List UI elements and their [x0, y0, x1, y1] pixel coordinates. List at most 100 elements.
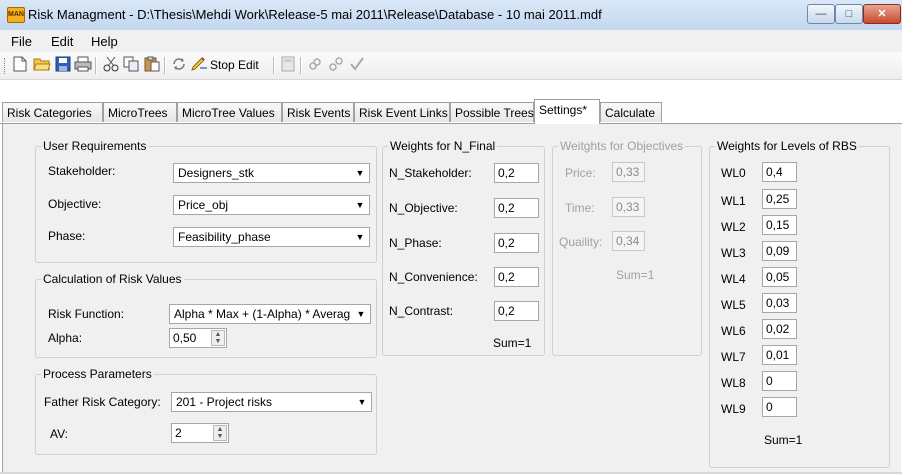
tab-risk-event-links[interactable]: Risk Event Links: [354, 102, 450, 122]
rbs-sum: Sum=1: [764, 433, 803, 447]
n-phase-input[interactable]: 0,2: [494, 233, 539, 253]
stop-edit-icon[interactable]: [190, 56, 208, 74]
objective-label: Objective:: [48, 197, 102, 211]
wl9-input[interactable]: 0: [762, 397, 797, 417]
wl1-input[interactable]: 0,25: [762, 189, 797, 209]
wl2-input[interactable]: 0,15: [762, 215, 797, 235]
phase-label: Phase:: [48, 229, 86, 243]
objective-value: Price_obj: [178, 198, 229, 212]
chevron-down-icon: ▼: [357, 397, 367, 407]
title-bar[interactable]: MAN Risk Managment - D:\Thesis\Mehdi Wor…: [0, 0, 902, 31]
calculator-icon[interactable]: [279, 56, 297, 74]
tab-microtrees[interactable]: MicroTrees: [103, 102, 177, 122]
price-weight-input[interactable]: 0,33: [612, 162, 645, 182]
wl4-input[interactable]: 0,05: [762, 267, 797, 287]
alpha-value: 0,50: [173, 331, 197, 345]
spinner-arrows-icon[interactable]: ▲ ▼: [213, 425, 227, 441]
time-weight-input[interactable]: 0,33: [612, 197, 645, 217]
tab-risk-categories[interactable]: Risk Categories: [2, 102, 103, 122]
alpha-label: Alpha:: [48, 331, 83, 345]
toolbar-separator: [95, 57, 97, 74]
stakeholder-label: Stakeholder:: [48, 164, 116, 178]
stop-edit-button[interactable]: Stop Edit: [210, 58, 259, 72]
n-objective-input[interactable]: 0,2: [494, 198, 539, 218]
phase-value: Feasibility_phase: [178, 230, 271, 244]
toolbar-grip[interactable]: [4, 58, 7, 74]
minimize-icon: —: [815, 8, 827, 20]
father-risk-category-dropdown[interactable]: 201 - Project risks ▼: [171, 392, 372, 412]
av-label: AV:: [50, 427, 69, 441]
paste-icon[interactable]: [143, 56, 161, 74]
close-button[interactable]: ✕: [863, 4, 901, 24]
wl8-label: WL8: [721, 376, 746, 390]
tab-calculate[interactable]: Calculate: [600, 102, 662, 122]
n-final-weights-title: Weights for N_Final: [388, 139, 498, 153]
process-parameters-group: Process Parameters Father Risk Category:…: [35, 367, 377, 455]
refresh-icon[interactable]: [170, 56, 188, 74]
open-folder-icon[interactable]: [33, 56, 51, 74]
n-objective-label: N_Objective:: [389, 201, 458, 215]
menu-edit[interactable]: Edit: [51, 34, 73, 49]
objectives-sum: Sum=1: [616, 268, 655, 282]
risk-function-dropdown[interactable]: Alpha * Max + (1-Alpha) * Averag ▼: [169, 304, 371, 324]
wl0-label: WL0: [721, 166, 746, 180]
n-stakeholder-label: N_Stakeholder:: [389, 166, 472, 180]
tab-settings[interactable]: Settings*: [534, 99, 600, 124]
save-icon[interactable]: [54, 56, 72, 74]
quality-label: Quaility:: [559, 235, 603, 249]
menu-help[interactable]: Help: [91, 34, 118, 49]
toolbar-separator: [164, 57, 166, 74]
father-risk-category-label: Father Risk Category:: [44, 395, 161, 409]
wl7-input[interactable]: 0,01: [762, 345, 797, 365]
tab-microtree-values[interactable]: MicroTree Values: [177, 102, 282, 122]
n-contrast-label: N_Contrast:: [389, 304, 454, 318]
chevron-down-icon: ▼: [355, 168, 365, 178]
time-label: Time:: [565, 201, 595, 215]
cut-icon[interactable]: [102, 56, 120, 74]
print-icon[interactable]: [74, 56, 92, 74]
wl5-label: WL5: [721, 298, 746, 312]
menu-bar: File Edit Help: [0, 30, 902, 52]
alpha-spinner[interactable]: 0,50 ▲ ▼: [169, 328, 227, 348]
risk-function-label: Risk Function:: [48, 307, 125, 321]
stakeholder-dropdown[interactable]: Designers_stk ▼: [173, 163, 370, 183]
new-file-icon[interactable]: [11, 56, 29, 74]
chevron-down-icon: ▼: [355, 232, 365, 242]
spinner-arrows-icon[interactable]: ▲ ▼: [211, 330, 225, 346]
maximize-button[interactable]: □: [835, 4, 863, 24]
n-convenience-input[interactable]: 0,2: [494, 267, 539, 287]
minimize-button[interactable]: —: [807, 4, 835, 24]
calculation-group: Calculation of Risk Values Risk Function…: [35, 272, 377, 358]
objective-dropdown[interactable]: Price_obj ▼: [173, 195, 370, 215]
tab-risk-events[interactable]: Risk Events: [282, 102, 354, 122]
app-icon[interactable]: MAN: [7, 7, 25, 23]
wl1-label: WL1: [721, 194, 746, 208]
wl7-label: WL7: [721, 350, 746, 364]
chevron-down-icon: ▼: [356, 309, 366, 319]
quality-weight-input[interactable]: 0,34: [612, 231, 645, 251]
rbs-weights-title: Weights for Levels of RBS: [715, 139, 859, 153]
risk-function-value: Alpha * Max + (1-Alpha) * Averag: [174, 307, 351, 321]
n-phase-label: N_Phase:: [389, 236, 442, 250]
n-contrast-input[interactable]: 0,2: [494, 301, 539, 321]
link-icon[interactable]: [306, 56, 324, 74]
toolbar-separator: [300, 57, 302, 74]
phase-dropdown[interactable]: Feasibility_phase ▼: [173, 227, 370, 247]
av-spinner[interactable]: 2 ▲ ▼: [171, 423, 229, 443]
maximize-icon: □: [845, 8, 853, 20]
wl0-input[interactable]: 0,4: [762, 162, 797, 182]
unlink-icon[interactable]: [327, 56, 345, 74]
calculation-title: Calculation of Risk Values: [41, 272, 184, 286]
menu-file[interactable]: File: [11, 34, 32, 49]
close-icon: ✕: [877, 8, 887, 20]
n-stakeholder-input[interactable]: 0,2: [494, 163, 539, 183]
wl6-input[interactable]: 0,02: [762, 319, 797, 339]
tab-strip: Risk Categories MicroTrees MicroTree Val…: [0, 99, 902, 124]
checkmark-icon[interactable]: [348, 56, 366, 74]
wl8-input[interactable]: 0: [762, 371, 797, 391]
copy-icon[interactable]: [122, 56, 140, 74]
wl5-input[interactable]: 0,03: [762, 293, 797, 313]
wl3-input[interactable]: 0,09: [762, 241, 797, 261]
tab-possible-trees[interactable]: Possible Trees: [450, 102, 534, 122]
user-requirements-title: User Requirements: [41, 139, 149, 153]
